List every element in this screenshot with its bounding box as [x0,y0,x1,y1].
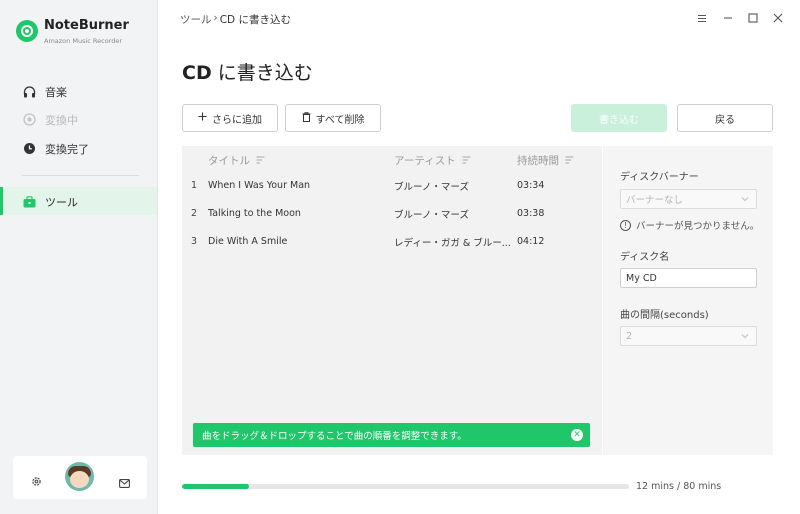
sidebar-item-label: 変換中 [45,114,78,127]
column-header-title[interactable]: タイトル [208,153,265,168]
active-indicator [0,187,3,215]
mail-icon[interactable] [119,473,130,488]
disc-settings-panel: ディスクバーナー バーナーなし ! バーナーが見つかりません。 ディスク名 My… [603,146,773,455]
disc-name-label: ディスク名 [620,252,670,263]
page-title-rest: に書き込む [211,62,313,84]
column-header-label: アーティスト [394,155,456,167]
sort-icon[interactable] [256,155,265,167]
sort-icon[interactable] [462,155,471,167]
breadcrumb-current: CD に書き込む [219,14,291,26]
track-table: タイトル アーティスト 持続時間 1 When I Was Your Man ブ… [182,146,602,455]
user-card [13,456,147,499]
menu-icon[interactable] [696,12,708,24]
back-label: 戻る [715,114,735,126]
chevron-down-icon [741,195,749,203]
minimize-icon[interactable] [722,12,734,24]
disc-name-input[interactable]: My CD [620,268,757,288]
converting-icon [22,113,36,126]
gap-select[interactable]: 2 [620,326,757,346]
drag-hint-toast: 曲をドラッグ＆ドロップすることで曲の順番を調整できます。 ✕ [193,423,590,447]
row-number: 2 [191,208,198,219]
sidebar-item-converting[interactable]: 変換中 [0,106,157,132]
chevron-down-icon [741,332,749,340]
toast-close-icon[interactable]: ✕ [571,429,583,441]
sort-icon[interactable] [565,155,574,167]
sidebar-item-label: 変換完了 [45,143,89,156]
row-artist: レディー・ガガ & ブルー... [394,238,511,249]
page-title-bold: CD [182,62,212,84]
row-artist: ブルーノ・マーズ [394,182,469,193]
back-button[interactable]: 戻る [677,104,773,132]
add-more-label: さらに追加 [212,114,262,126]
delete-all-label: すべて削除 [315,114,365,126]
capacity-text: 12 mins / 80 mins [636,481,722,492]
delete-all-button[interactable]: すべて削除 [285,104,381,132]
row-duration: 04:12 [517,236,545,247]
burn-button[interactable]: 書き込む [571,104,667,132]
burner-select-value: バーナーなし [626,195,684,206]
info-icon: ! [620,219,631,231]
toolbox-icon [22,195,36,208]
sidebar-item-converted[interactable]: 変換完了 [0,135,157,161]
main-area: ツール › CD に書き込む CD に書き込む さらに追加 すべて削除 書き込む… [158,0,800,514]
row-duration: 03:38 [517,208,545,219]
clock-icon [22,142,36,155]
gap-select-value: 2 [626,330,633,342]
row-artist: ブルーノ・マーズ [394,210,469,221]
gap-label: 曲の間隔(seconds) [620,310,709,321]
sidebar-item-label: ツール [45,196,78,209]
trash-icon [302,111,311,125]
add-more-button[interactable]: さらに追加 [182,104,278,132]
column-header-label: タイトル [208,155,250,167]
app-subtitle: Amazon Music Recorder [44,37,123,45]
burner-warning-text: バーナーが見つかりません。 [636,221,760,232]
breadcrumb-parent[interactable]: ツール [180,12,212,27]
sidebar-item-music[interactable]: 音楽 [0,78,157,104]
row-title: Die With A Smile [208,236,288,247]
row-title: When I Was Your Man [208,180,311,191]
row-number: 3 [191,236,198,247]
breadcrumb: ツール › CD に書き込む [180,12,291,27]
breadcrumb-separator: › [213,12,218,24]
gear-icon[interactable] [31,472,42,486]
sidebar-item-label: 音楽 [45,86,67,99]
sidebar-divider [22,175,139,176]
burner-warning: ! バーナーが見つかりません。 [620,218,759,232]
plus-icon [198,112,207,124]
app-name: NoteBurner [44,18,129,33]
maximize-icon[interactable] [747,12,759,24]
headphones-icon [22,85,36,98]
column-header-artist[interactable]: アーティスト [394,153,471,168]
sidebar-item-tools[interactable]: ツール [0,187,157,215]
app-logo-icon [16,20,38,42]
burner-select[interactable]: バーナーなし [620,189,757,209]
column-header-duration[interactable]: 持続時間 [517,153,574,168]
column-header-label: 持続時間 [517,155,559,167]
page-title: CD に書き込む [182,58,313,85]
row-duration: 03:34 [517,180,545,191]
capacity-progress-fill [182,484,250,489]
row-title: Talking to the Moon [208,208,301,219]
burn-label: 書き込む [599,114,639,126]
row-number: 1 [191,180,198,191]
close-icon[interactable] [772,12,784,24]
sidebar: NoteBurner Amazon Music Recorder 音楽 変換中 … [0,0,158,514]
avatar[interactable] [65,462,94,491]
toast-message: 曲をドラッグ＆ドロップすることで曲の順番を調整できます。 [202,431,467,442]
capacity-progress-bar [182,484,629,489]
burner-label: ディスクバーナー [620,172,699,183]
disc-name-value: My CD [626,272,657,284]
